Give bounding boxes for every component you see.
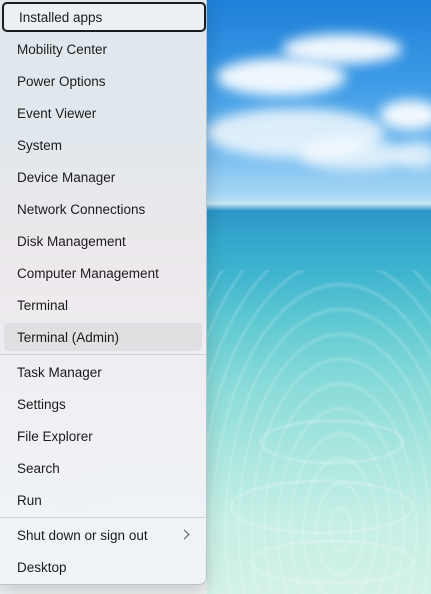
menu-item-label: Shut down or sign out — [17, 527, 148, 543]
menu-item-label: Desktop — [17, 559, 67, 575]
menu-item-label: File Explorer — [17, 428, 93, 444]
menu-item-label: Computer Management — [17, 265, 159, 281]
menu-item-label: Installed apps — [19, 9, 103, 25]
menu-separator — [0, 517, 206, 518]
menu-item-settings[interactable]: Settings — [4, 390, 202, 418]
menu-separator — [0, 354, 206, 355]
quick-link-menu: Installed apps Mobility Center Power Opt… — [0, 0, 207, 585]
water-ripple — [230, 480, 414, 534]
cloud — [300, 140, 410, 170]
menu-item-label: Search — [17, 460, 60, 476]
cloud — [398, 142, 431, 168]
cloud — [380, 100, 431, 130]
menu-item-desktop[interactable]: Desktop — [4, 553, 202, 581]
menu-item-network-connections[interactable]: Network Connections — [4, 195, 202, 223]
menu-item-event-viewer[interactable]: Event Viewer — [4, 99, 202, 127]
menu-item-mobility-center[interactable]: Mobility Center — [4, 35, 202, 63]
menu-item-label: Terminal (Admin) — [17, 329, 120, 345]
menu-item-search[interactable]: Search — [4, 454, 202, 482]
menu-item-system[interactable]: System — [4, 131, 202, 159]
menu-item-installed-apps[interactable]: Installed apps — [2, 2, 206, 32]
water-ripple — [250, 540, 414, 584]
cloud — [216, 58, 346, 96]
menu-item-device-manager[interactable]: Device Manager — [4, 163, 202, 191]
menu-item-label: Task Manager — [17, 364, 102, 380]
menu-item-label: Disk Management — [17, 233, 126, 249]
menu-item-power-options[interactable]: Power Options — [4, 67, 202, 95]
menu-item-label: Event Viewer — [17, 105, 97, 121]
menu-item-label: Mobility Center — [17, 41, 108, 57]
menu-item-label: Settings — [17, 396, 66, 412]
menu-item-label: Network Connections — [17, 201, 146, 217]
menu-item-task-manager[interactable]: Task Manager — [4, 358, 202, 386]
menu-item-label: Power Options — [17, 73, 106, 89]
menu-item-label: Terminal — [17, 297, 69, 313]
menu-item-disk-management[interactable]: Disk Management — [4, 227, 202, 255]
menu-item-run[interactable]: Run — [4, 486, 202, 514]
menu-item-file-explorer[interactable]: File Explorer — [4, 422, 202, 450]
menu-item-label: Device Manager — [17, 169, 116, 185]
chevron-right-icon — [179, 529, 190, 540]
menu-item-shut-down-or-sign-out[interactable]: Shut down or sign out — [4, 521, 202, 549]
menu-item-computer-management[interactable]: Computer Management — [4, 259, 202, 287]
water-ripple — [260, 420, 404, 464]
menu-item-label: Run — [17, 492, 42, 508]
menu-item-terminal-admin[interactable]: Terminal (Admin) — [4, 323, 202, 351]
menu-item-label: System — [17, 137, 63, 153]
menu-item-terminal[interactable]: Terminal — [4, 291, 202, 319]
